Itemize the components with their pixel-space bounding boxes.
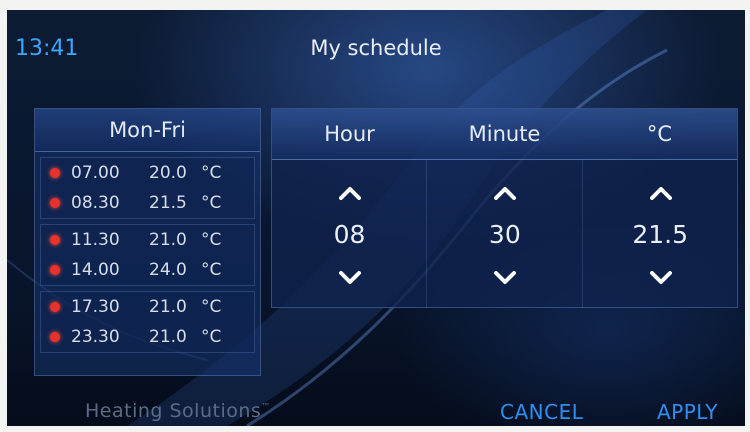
schedule-entry[interactable]: 17.30 21.0 °C — [41, 292, 254, 322]
entry-temp: 24.0 — [149, 260, 187, 280]
red-dot-icon — [50, 302, 60, 312]
temperature-header: °C — [646, 122, 673, 146]
minute-stepper: 30 — [427, 160, 583, 308]
entry-temp: 21.0 — [149, 297, 187, 317]
hour-stepper: 08 — [272, 160, 428, 308]
entry-unit: °C — [201, 297, 222, 317]
entry-unit: °C — [201, 163, 222, 183]
red-dot-icon — [50, 235, 60, 245]
entry-unit: °C — [201, 260, 222, 280]
entry-temp: 21.0 — [149, 230, 187, 250]
schedule-entry[interactable]: 07.00 20.0 °C — [41, 158, 254, 188]
temperature-stepper: 21.5 — [583, 160, 737, 308]
red-dot-icon — [50, 198, 60, 208]
entry-unit: °C — [201, 193, 222, 213]
time-temp-editor: Hour Minute °C 08 30 21.5 — [271, 108, 738, 308]
minute-header: Minute — [468, 122, 541, 146]
brand-logo: Heating Solutions™ — [85, 400, 271, 422]
page-title: My schedule — [310, 36, 442, 60]
trademark-symbol: ™ — [261, 402, 271, 413]
apply-button[interactable]: APPLY — [657, 400, 718, 424]
entry-time: 17.30 — [71, 297, 120, 317]
entry-time: 07.00 — [71, 163, 120, 183]
entry-unit: °C — [201, 327, 222, 347]
schedule-list-panel: Mon-Fri 07.00 20.0 °C 08.30 21.5 °C 11.3… — [34, 108, 261, 376]
editor-body: 08 30 21.5 — [272, 160, 737, 308]
temperature-value: 21.5 — [632, 220, 688, 249]
schedule-entry[interactable]: 14.00 24.0 °C — [41, 255, 254, 285]
red-dot-icon — [50, 332, 60, 342]
entry-temp: 20.0 — [149, 163, 187, 183]
schedule-entry[interactable]: 23.30 21.0 °C — [41, 322, 254, 352]
period-label[interactable]: Mon-Fri — [35, 109, 260, 152]
schedule-entry[interactable]: 11.30 21.0 °C — [41, 225, 254, 255]
schedule-entry[interactable]: 08.30 21.5 °C — [41, 188, 254, 218]
chevron-down-icon[interactable] — [649, 271, 672, 285]
entry-unit: °C — [201, 230, 222, 250]
cancel-button[interactable]: CANCEL — [500, 400, 583, 424]
chevron-up-icon[interactable] — [494, 186, 517, 200]
entry-temp: 21.5 — [149, 193, 187, 213]
thermostat-screen: 13:41 My schedule Mon-Fri 07.00 20.0 °C … — [7, 10, 745, 426]
red-dot-icon — [50, 168, 60, 178]
minute-value: 30 — [488, 220, 521, 249]
chevron-up-icon[interactable] — [339, 186, 361, 200]
entry-time: 14.00 — [71, 260, 120, 280]
entry-time: 23.30 — [71, 327, 120, 347]
chevron-up-icon[interactable] — [649, 186, 672, 200]
hour-header: Hour — [324, 122, 375, 146]
chevron-down-icon[interactable] — [494, 271, 517, 285]
entry-time: 08.30 — [71, 193, 120, 213]
chevron-down-icon[interactable] — [339, 271, 361, 285]
entry-temp: 21.0 — [149, 327, 187, 347]
entry-time: 11.30 — [71, 230, 120, 250]
editor-header: Hour Minute °C — [272, 109, 737, 160]
schedule-group: 11.30 21.0 °C 14.00 24.0 °C — [40, 224, 255, 286]
brand-name: Heating Solutions — [85, 400, 262, 422]
red-dot-icon — [50, 265, 60, 275]
schedule-group: 07.00 20.0 °C 08.30 21.5 °C — [40, 157, 255, 219]
hour-value: 08 — [333, 220, 366, 249]
schedule-group: 17.30 21.0 °C 23.30 21.0 °C — [40, 291, 255, 353]
